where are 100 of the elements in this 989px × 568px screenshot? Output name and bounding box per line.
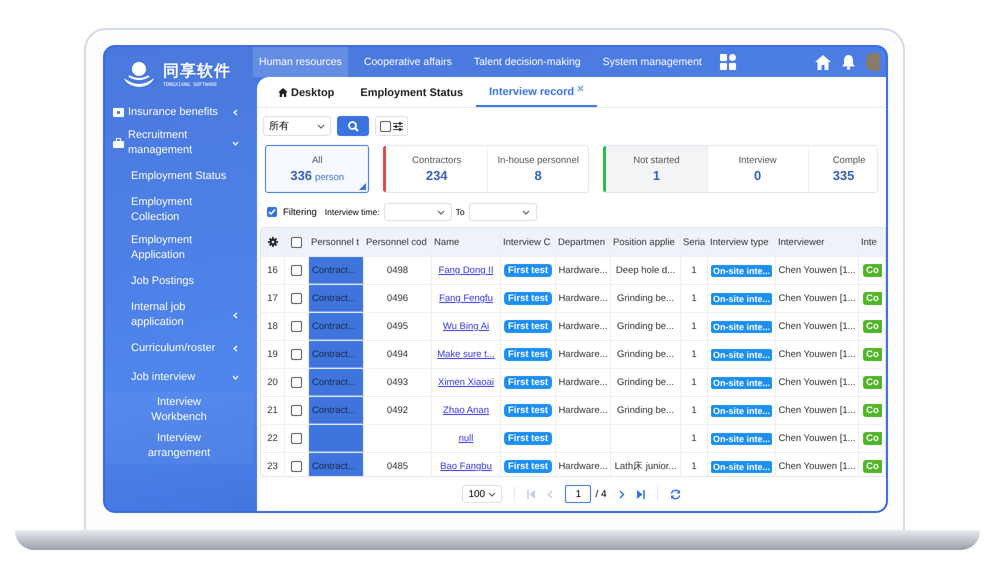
- round-tag: First test: [504, 348, 552, 361]
- nav-tab[interactable]: Talent decision-making: [468, 47, 587, 77]
- status-tag: Co: [863, 320, 882, 333]
- table-cell: Hardware...: [558, 405, 608, 416]
- checkbox[interactable]: [291, 293, 302, 304]
- checkbox[interactable]: [291, 265, 302, 276]
- name-link[interactable]: Zhao Anan: [443, 405, 489, 416]
- sidebar-label: Internal job application: [131, 300, 186, 330]
- filter-label: Filtering: [283, 206, 317, 218]
- sidebar-item[interactable]: Job interview: [105, 363, 253, 392]
- column-header[interactable]: Name: [432, 228, 501, 256]
- checkbox[interactable]: [291, 377, 302, 388]
- column-header[interactable]: Interview type: [708, 228, 776, 256]
- stat-item[interactable]: Comple 335: [808, 146, 877, 192]
- type-tag: On-site inte...: [710, 320, 772, 332]
- page-size-select[interactable]: 100: [462, 485, 502, 503]
- checkbox[interactable]: [267, 207, 277, 217]
- column-header[interactable]: Personnel t: [309, 228, 364, 256]
- sidebar-item[interactable]: Employment Application: [105, 229, 253, 267]
- name-link[interactable]: Fang Dong II: [438, 265, 494, 276]
- page-input[interactable]: 1: [565, 485, 592, 503]
- sidebar-label: Recruitment management: [128, 128, 194, 158]
- date-field[interactable]: [468, 203, 537, 221]
- column-header[interactable]: Departmen: [556, 228, 611, 256]
- filter-select[interactable]: 所有: [263, 116, 331, 136]
- grid-icon[interactable]: [720, 54, 736, 70]
- table-cell: Chen Youwen [1...: [778, 461, 856, 472]
- table-cell: Contract...: [309, 341, 364, 368]
- checkbox[interactable]: [291, 433, 302, 444]
- nav-tab[interactable]: System management: [596, 47, 708, 77]
- options-button[interactable]: [375, 116, 408, 136]
- corner-mark-icon: [359, 183, 366, 190]
- close-icon[interactable]: [577, 85, 584, 92]
- page-total: / 4: [595, 488, 607, 500]
- next-page-icon[interactable]: [618, 490, 625, 498]
- sidebar-item[interactable]: Curriculum/roster: [105, 334, 253, 363]
- table-cell: 0494: [386, 349, 408, 360]
- table-cell: Grinding be...: [616, 405, 674, 416]
- table-cell: Chen Youwen [1...: [778, 433, 856, 444]
- stat-item[interactable]: Not started 1: [606, 146, 707, 192]
- checkbox[interactable]: [291, 236, 302, 248]
- checkbox[interactable]: [291, 461, 302, 472]
- table-cell: Grinding be...: [616, 349, 674, 360]
- bell-icon[interactable]: [841, 54, 856, 70]
- chevron-icon: [317, 124, 325, 128]
- table-cell: 0498: [386, 265, 408, 276]
- column-header[interactable]: Position applie: [611, 228, 681, 256]
- sidebar-item[interactable]: Interview arrangement: [105, 428, 253, 464]
- round-tag: First test: [504, 376, 552, 389]
- sidebar-label: Job interview: [131, 370, 196, 385]
- table-cell: Grinding be...: [616, 321, 674, 332]
- checkbox[interactable]: [291, 405, 302, 416]
- sidebar-item[interactable]: Employment Collection: [105, 191, 253, 229]
- column-header[interactable]: Seria: [681, 228, 708, 256]
- sidebar-item[interactable]: Internal job application: [105, 296, 253, 334]
- last-page-icon[interactable]: [636, 490, 645, 498]
- checkbox[interactable]: [291, 349, 302, 360]
- stat-item[interactable]: All 336 person: [266, 146, 368, 192]
- table-cell: Chen Youwen [1...: [778, 377, 856, 388]
- column-header[interactable]: Interview C: [501, 228, 556, 256]
- name-link[interactable]: Fang Fengfu: [439, 293, 493, 304]
- time-label: Interview time:: [324, 207, 380, 217]
- column-header[interactable]: Interviewer: [776, 228, 859, 256]
- page-tab[interactable]: Desktop: [265, 78, 348, 107]
- date-field[interactable]: [384, 203, 452, 221]
- name-link[interactable]: Bao Fangbu: [440, 461, 492, 472]
- table-cell: 1: [691, 461, 697, 472]
- name-link[interactable]: Wu Bing Ai: [442, 321, 490, 332]
- stat-item[interactable]: In-house personnel 8: [486, 146, 588, 192]
- stat-item[interactable]: Contractors 234: [386, 146, 487, 192]
- table-cell: Lath床 junior...: [614, 460, 676, 473]
- chevron-icon: [488, 492, 496, 496]
- refresh-icon[interactable]: [670, 488, 681, 500]
- briefcase-icon: [113, 138, 124, 148]
- stat-label: Not started: [633, 155, 680, 166]
- sidebar-item[interactable]: Employment Status: [105, 162, 253, 191]
- table-cell: Grinding be...: [616, 293, 674, 304]
- home-icon[interactable]: [815, 54, 831, 70]
- logo-title: 同享软件: [163, 61, 231, 82]
- sidebar-item[interactable]: Recruitment management: [105, 124, 253, 162]
- search-button[interactable]: [337, 116, 369, 136]
- table-cell: 1: [691, 405, 697, 416]
- type-tag: On-site inte...: [710, 460, 772, 472]
- stat-item[interactable]: Interview 0: [706, 146, 808, 192]
- stat-value: 234: [426, 168, 448, 183]
- page-tab[interactable]: Employment Status: [347, 78, 476, 107]
- checkbox[interactable]: [291, 321, 302, 332]
- checkbox[interactable]: [380, 120, 391, 132]
- column-header[interactable]: Personnel cod: [364, 228, 432, 256]
- sidebar-item[interactable]: Interview Workbench: [105, 392, 253, 428]
- column-header[interactable]: Inte: [859, 228, 885, 256]
- sidebar-item[interactable]: Job Postings: [105, 267, 253, 296]
- settings-icon[interactable]: [268, 237, 278, 247]
- table-cell: Hardware...: [558, 461, 608, 472]
- nav-tab[interactable]: Cooperative affairs: [358, 47, 458, 77]
- name-link[interactable]: Make sure t...: [437, 349, 495, 360]
- name-link[interactable]: Ximen Xiaoai: [438, 377, 494, 388]
- sidebar-item[interactable]: Insurance benefits: [105, 101, 253, 124]
- name-link[interactable]: null: [458, 433, 474, 444]
- page-tab[interactable]: Interview record: [476, 78, 598, 107]
